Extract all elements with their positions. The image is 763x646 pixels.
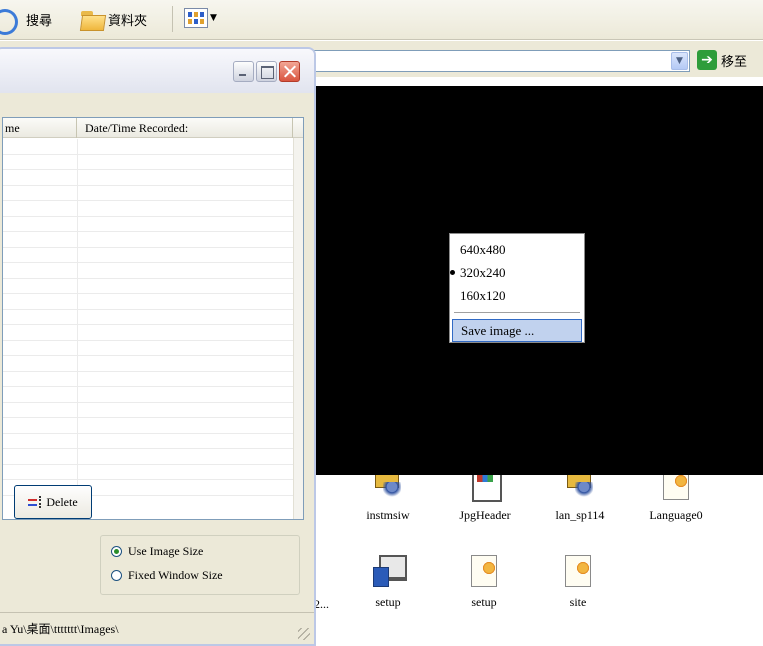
folders-button-label: 資料夾 bbox=[108, 13, 148, 29]
folder-icon bbox=[80, 9, 104, 29]
radio-unselected-icon bbox=[111, 570, 122, 581]
file-label: setup bbox=[471, 595, 497, 609]
file-label: instmsiw bbox=[366, 508, 410, 522]
list-row[interactable] bbox=[3, 402, 293, 418]
menu-item-320x240[interactable]: 320x240 bbox=[450, 261, 582, 284]
list-row[interactable] bbox=[3, 232, 293, 248]
minimize-button[interactable] bbox=[233, 61, 254, 82]
recorder-app-window: me Date/Time Recorded: Delete Use Image … bbox=[0, 47, 316, 646]
config-file-icon bbox=[561, 553, 595, 587]
menu-item-label: Save image ... bbox=[461, 323, 535, 338]
address-dropdown-button[interactable]: ▼ bbox=[671, 52, 688, 70]
radio-check-icon bbox=[450, 270, 455, 275]
list-row[interactable] bbox=[3, 170, 293, 186]
column-header-date-time[interactable]: Date/Time Recorded: bbox=[77, 118, 293, 138]
search-icon bbox=[0, 8, 22, 35]
list-row[interactable] bbox=[3, 356, 293, 372]
radio-label: Fixed Window Size bbox=[128, 568, 223, 582]
search-button-label: 搜尋 bbox=[26, 13, 53, 29]
list-row[interactable] bbox=[3, 139, 293, 155]
window-size-options: Use Image Size Fixed Window Size bbox=[100, 535, 300, 595]
menu-item-label: 640x480 bbox=[460, 242, 506, 257]
file-label: setup bbox=[375, 595, 401, 609]
address-input[interactable]: ▼ bbox=[305, 50, 690, 72]
file-item[interactable]: site bbox=[538, 553, 618, 610]
recordings-list[interactable]: me Date/Time Recorded: bbox=[2, 117, 304, 520]
list-row[interactable] bbox=[3, 294, 293, 310]
list-row[interactable] bbox=[3, 185, 293, 201]
go-arrow-icon: ➔ bbox=[697, 50, 717, 70]
list-row[interactable] bbox=[3, 449, 293, 465]
file-label: JpgHeader bbox=[459, 508, 511, 522]
list-row[interactable] bbox=[3, 216, 293, 232]
file-label: lan_sp114 bbox=[555, 508, 605, 522]
list-rows bbox=[3, 139, 293, 496]
list-row[interactable] bbox=[3, 433, 293, 449]
file-item[interactable]: setup bbox=[348, 553, 428, 610]
list-row[interactable] bbox=[3, 325, 293, 341]
status-path: a Yu\桌面\ttttttt\Images\ bbox=[2, 622, 119, 636]
delete-button-label: Delete bbox=[46, 494, 78, 509]
delete-icon bbox=[28, 496, 42, 508]
list-row[interactable] bbox=[3, 247, 293, 263]
list-row[interactable] bbox=[3, 263, 293, 279]
list-row[interactable] bbox=[3, 371, 293, 387]
radio-label: Use Image Size bbox=[128, 544, 204, 558]
config-file-icon bbox=[467, 553, 501, 587]
column-header-name[interactable]: me bbox=[3, 118, 77, 138]
file-label: site bbox=[569, 595, 587, 609]
folders-button[interactable]: 資料夾 bbox=[80, 6, 147, 32]
list-scrollbar[interactable] bbox=[293, 138, 303, 519]
menu-item-640x480[interactable]: 640x480 bbox=[452, 238, 582, 261]
views-button[interactable]: ▼ bbox=[184, 8, 217, 28]
list-row[interactable] bbox=[3, 278, 293, 294]
menu-item-160x120[interactable]: 160x120 bbox=[452, 284, 582, 307]
menu-item-save-image[interactable]: Save image ... bbox=[452, 319, 582, 342]
resize-grip-icon[interactable] bbox=[298, 628, 310, 640]
radio-selected-icon bbox=[111, 546, 122, 557]
list-row[interactable] bbox=[3, 201, 293, 217]
explorer-toolbar: 搜尋 資料夾 ▼ bbox=[0, 0, 763, 40]
list-row[interactable] bbox=[3, 340, 293, 356]
list-row[interactable] bbox=[3, 387, 293, 403]
search-button[interactable]: 搜尋 bbox=[0, 6, 53, 35]
status-bar: a Yu\桌面\ttttttt\Images\ bbox=[0, 612, 314, 644]
list-header: me Date/Time Recorded: bbox=[3, 118, 303, 138]
chevron-down-icon: ▼ bbox=[210, 13, 217, 23]
menu-separator bbox=[454, 312, 580, 313]
radio-fixed-window-size[interactable]: Fixed Window Size bbox=[111, 568, 223, 583]
title-bar[interactable] bbox=[0, 49, 314, 93]
go-button[interactable]: ➔ 移至 bbox=[697, 50, 747, 70]
list-row[interactable] bbox=[3, 309, 293, 325]
file-label[interactable]: 2... bbox=[314, 597, 329, 612]
radio-use-image-size[interactable]: Use Image Size bbox=[111, 544, 203, 559]
views-icon bbox=[184, 8, 208, 28]
maximize-button[interactable] bbox=[256, 61, 277, 82]
list-row[interactable] bbox=[3, 418, 293, 434]
list-row[interactable] bbox=[3, 154, 293, 170]
menu-item-label: 320x240 bbox=[460, 265, 506, 280]
menu-item-label: 160x120 bbox=[460, 288, 506, 303]
setup-exe-icon bbox=[371, 553, 407, 587]
file-label: Language0 bbox=[649, 508, 703, 522]
toolbar-separator bbox=[172, 6, 173, 32]
list-row[interactable] bbox=[3, 464, 293, 480]
resolution-context-menu: 640x480 320x240 160x120 Save image ... bbox=[449, 233, 585, 343]
close-button[interactable] bbox=[279, 61, 300, 82]
file-item[interactable]: setup bbox=[444, 553, 524, 610]
delete-button[interactable]: Delete bbox=[14, 485, 92, 519]
go-button-label: 移至 bbox=[721, 54, 748, 70]
